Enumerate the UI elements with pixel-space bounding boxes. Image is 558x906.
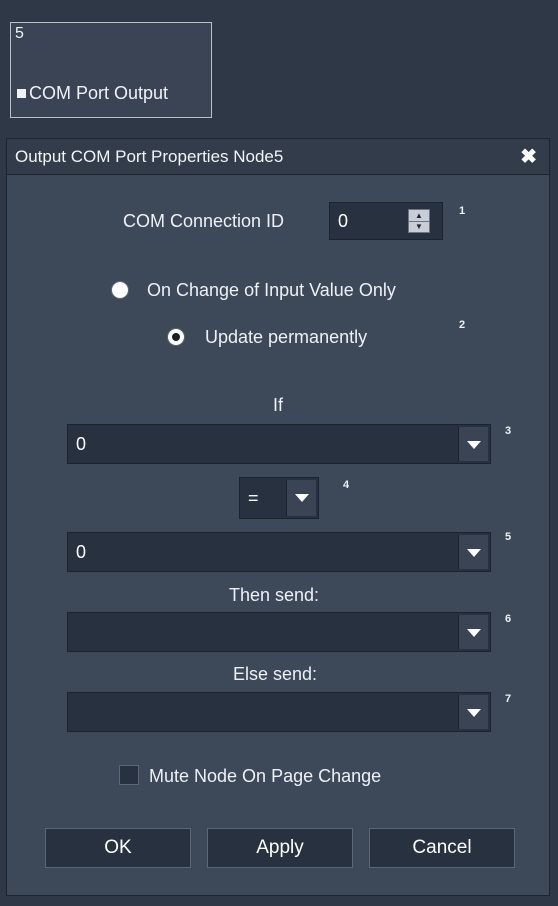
marker-4: 4 bbox=[343, 479, 350, 491]
close-icon[interactable]: ✖ bbox=[520, 144, 537, 169]
if-value-combo[interactable]: 0 bbox=[67, 424, 491, 464]
properties-dialog: Output COM Port Properties Node5 ✖ COM C… bbox=[6, 138, 550, 896]
radio-update-label[interactable]: Update permanently bbox=[205, 327, 367, 348]
compare-value-combo[interactable]: 0 bbox=[67, 532, 491, 572]
apply-button[interactable]: Apply bbox=[207, 828, 353, 868]
cancel-button[interactable]: Cancel bbox=[369, 828, 515, 868]
chevron-down-icon[interactable] bbox=[458, 535, 488, 569]
operator-value[interactable]: = bbox=[248, 488, 259, 509]
radio-on-change[interactable] bbox=[111, 281, 129, 299]
chevron-down-icon[interactable] bbox=[458, 615, 488, 649]
ok-button[interactable]: OK bbox=[45, 828, 191, 868]
node-label: COM Port Output bbox=[29, 83, 169, 103]
chevron-down-icon[interactable] bbox=[458, 427, 488, 461]
operator-combo[interactable]: = bbox=[239, 477, 319, 519]
then-send-label: Then send: bbox=[229, 585, 320, 605]
mute-checkbox[interactable] bbox=[119, 765, 139, 785]
dialog-titlebar[interactable]: Output COM Port Properties Node5 ✖ bbox=[7, 139, 549, 175]
radio-on-change-label[interactable]: On Change of Input Value Only bbox=[147, 280, 396, 301]
else-send-combo[interactable] bbox=[67, 692, 491, 732]
marker-7: 7 bbox=[505, 693, 512, 705]
marker-2: 2 bbox=[459, 319, 466, 331]
dialog-title: Output COM Port Properties Node5 bbox=[15, 147, 284, 166]
node-box[interactable]: 5 COM Port Output bbox=[10, 22, 212, 118]
connection-id-value[interactable]: 0 bbox=[338, 211, 348, 232]
marker-1: 1 bbox=[459, 205, 466, 217]
connection-id-spinbox[interactable]: 0 ▲ ▼ bbox=[329, 202, 443, 240]
connection-id-label: COM Connection ID bbox=[123, 211, 285, 231]
compare-value[interactable]: 0 bbox=[76, 542, 86, 563]
marker-3: 3 bbox=[505, 425, 512, 437]
radio-update-permanently[interactable] bbox=[167, 328, 185, 346]
if-label: If bbox=[273, 395, 284, 415]
chevron-down-icon[interactable] bbox=[286, 480, 316, 516]
mute-label[interactable]: Mute Node On Page Change bbox=[149, 766, 381, 787]
marker-6: 6 bbox=[505, 613, 512, 625]
chevron-down-icon[interactable] bbox=[458, 695, 488, 729]
spin-down-icon[interactable]: ▼ bbox=[409, 221, 429, 232]
else-send-label: Else send: bbox=[233, 664, 318, 684]
spin-buttons[interactable]: ▲ ▼ bbox=[408, 209, 430, 233]
if-value[interactable]: 0 bbox=[76, 434, 86, 455]
marker-5: 5 bbox=[505, 531, 512, 543]
node-number: 5 bbox=[15, 25, 24, 42]
then-send-combo[interactable] bbox=[67, 612, 491, 652]
input-port-icon[interactable] bbox=[17, 89, 26, 98]
